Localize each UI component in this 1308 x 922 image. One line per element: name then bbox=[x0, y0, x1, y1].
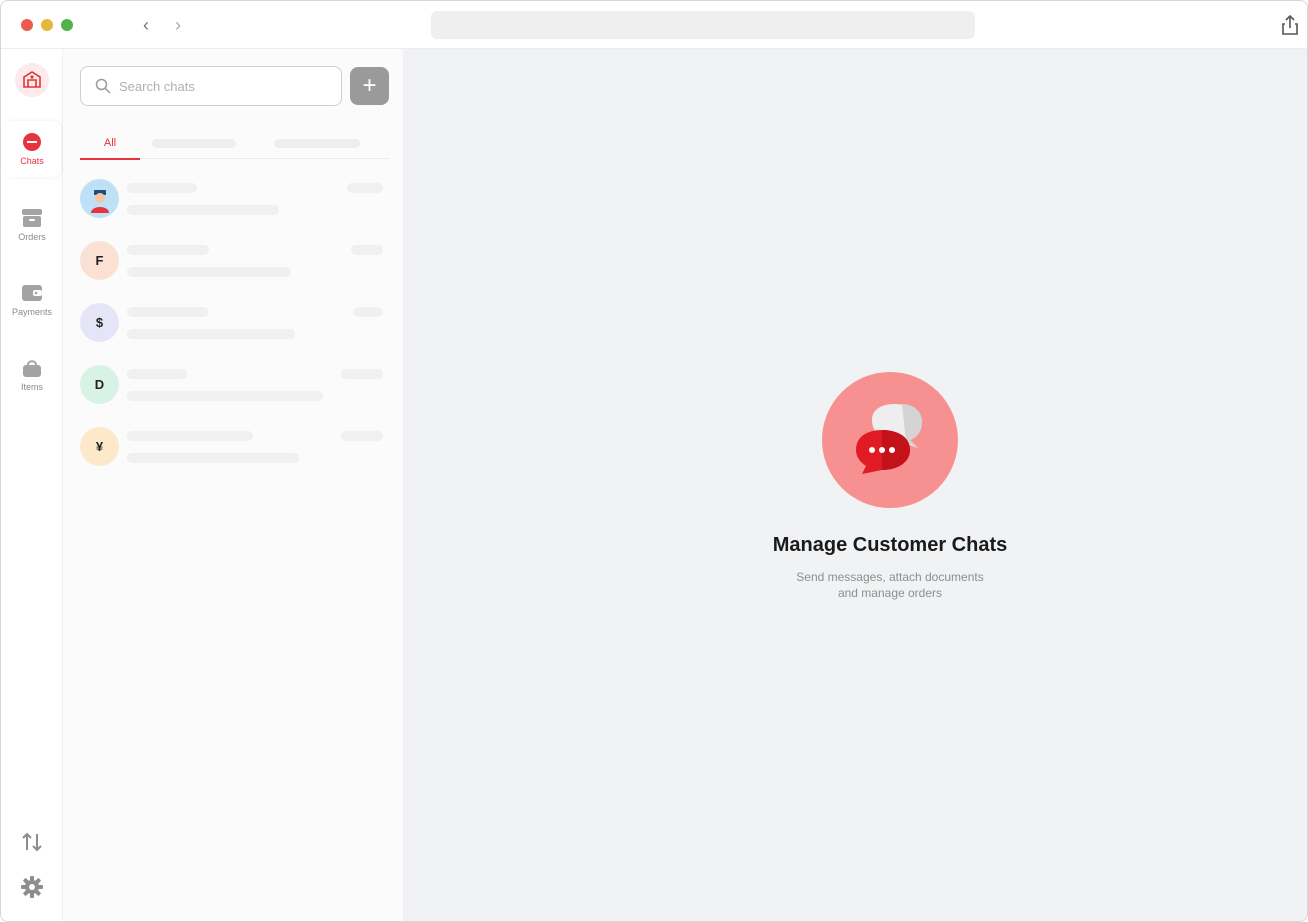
app-logo-icon bbox=[15, 63, 49, 97]
name-placeholder bbox=[127, 369, 187, 379]
address-bar[interactable] bbox=[431, 11, 975, 39]
navigation-rail: Chats Orders Payments Items bbox=[1, 49, 63, 921]
tab-all[interactable]: All bbox=[80, 127, 140, 160]
rail-label-orders: Orders bbox=[18, 232, 46, 242]
time-placeholder bbox=[353, 307, 383, 317]
chat-bubble-icon bbox=[23, 133, 41, 151]
subtitle-line-2: and manage orders bbox=[837, 586, 943, 600]
time-placeholder bbox=[341, 431, 383, 441]
chat-list-item[interactable]: F bbox=[63, 231, 403, 291]
avatar: ¥ bbox=[80, 427, 119, 466]
chat-filter-tabs: All bbox=[80, 127, 390, 160]
time-placeholder bbox=[341, 369, 383, 379]
rail-label-items: Items bbox=[20, 382, 43, 392]
empty-state-illustration bbox=[822, 372, 958, 508]
back-button[interactable]: ‹ bbox=[135, 13, 157, 37]
minimize-window-button[interactable] bbox=[41, 19, 53, 31]
chat-list-item[interactable]: $ bbox=[63, 293, 403, 353]
rail-label-payments: Payments bbox=[11, 307, 53, 317]
zoom-window-button[interactable] bbox=[61, 19, 73, 31]
search-input[interactable] bbox=[119, 78, 329, 94]
subtitle-line-1: Send messages, attach documents bbox=[796, 570, 984, 584]
chat-list-item[interactable] bbox=[63, 169, 403, 229]
main-content: Manage Customer Chats Send messages, att… bbox=[403, 49, 1307, 921]
preview-placeholder bbox=[127, 329, 295, 339]
avatar: $ bbox=[80, 303, 119, 342]
chat-list-item[interactable]: D bbox=[63, 355, 403, 415]
gear-icon[interactable] bbox=[19, 874, 45, 900]
person-avatar-icon bbox=[90, 189, 109, 213]
rail-item-chats[interactable]: Chats bbox=[3, 121, 61, 177]
time-placeholder bbox=[351, 245, 383, 255]
empty-state-title: Manage Customer Chats bbox=[772, 534, 1008, 556]
app-window: ‹ › Chats Orders Payments Items Search c… bbox=[0, 0, 1308, 922]
title-bar: ‹ › bbox=[1, 1, 1307, 49]
preview-placeholder bbox=[127, 205, 279, 215]
forward-button[interactable]: › bbox=[167, 13, 189, 37]
new-chat-button[interactable]: + bbox=[350, 67, 389, 105]
search-icon bbox=[95, 78, 111, 94]
rail-item-items[interactable]: Items bbox=[3, 347, 61, 403]
archive-box-icon bbox=[22, 209, 42, 227]
name-placeholder bbox=[127, 431, 253, 441]
avatar bbox=[80, 179, 119, 218]
avatar: F bbox=[80, 241, 119, 280]
chat-list-panel: + All F $ bbox=[63, 49, 403, 921]
share-icon[interactable] bbox=[1279, 13, 1301, 37]
name-placeholder bbox=[127, 245, 209, 255]
preview-placeholder bbox=[127, 267, 291, 277]
preview-placeholder bbox=[127, 391, 323, 401]
shopping-bag-icon bbox=[23, 360, 41, 377]
search-box[interactable] bbox=[80, 66, 342, 106]
sort-arrows-icon[interactable] bbox=[19, 829, 45, 855]
empty-state-subtitle: Send messages, attach documents and mana… bbox=[403, 569, 1307, 601]
avatar: D bbox=[80, 365, 119, 404]
close-window-button[interactable] bbox=[21, 19, 33, 31]
tab-placeholder[interactable] bbox=[152, 139, 236, 148]
rail-item-payments[interactable]: Payments bbox=[3, 272, 61, 328]
wallet-icon bbox=[22, 285, 42, 301]
rail-item-orders[interactable]: Orders bbox=[3, 197, 61, 253]
rail-label-chats: Chats bbox=[20, 156, 44, 166]
name-placeholder bbox=[127, 183, 197, 193]
tab-placeholder[interactable] bbox=[274, 139, 360, 148]
preview-placeholder bbox=[127, 453, 299, 463]
time-placeholder bbox=[347, 183, 383, 193]
chat-list-item[interactable]: ¥ bbox=[63, 417, 403, 477]
chat-bubbles-icon bbox=[856, 404, 922, 474]
name-placeholder bbox=[127, 307, 209, 317]
